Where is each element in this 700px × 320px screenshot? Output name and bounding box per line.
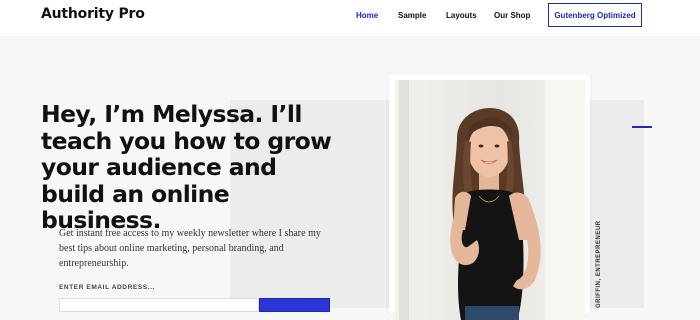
nav-item-home[interactable]: Home (356, 11, 378, 20)
subscribe-button[interactable] (259, 298, 330, 312)
nav-item-our-shop[interactable]: Our Shop (494, 11, 530, 20)
gutenberg-optimized-button[interactable]: Gutenberg Optimized (548, 3, 642, 27)
hero-photo (395, 80, 585, 320)
hero-photo-frame (389, 74, 590, 320)
nav-item-layouts[interactable]: Layouts (446, 11, 477, 20)
hero-headline: Hey, I’m Melyssa. I’ll teach you how to … (41, 100, 332, 234)
nav-item-sample[interactable]: Sample (398, 11, 426, 20)
portrait-illustration (395, 80, 585, 320)
site-logo[interactable]: Authority Pro (41, 6, 145, 22)
email-label: ENTER EMAIL ADDRESS... (59, 284, 155, 291)
accent-line (632, 126, 652, 128)
photo-caption: GRIFFIN, ENTREPRENEUR (596, 220, 602, 308)
hero-subtext: Get instant free access to my weekly new… (59, 228, 321, 269)
email-input[interactable] (59, 298, 259, 312)
site-header: Authority Pro Home Sample Layouts Our Sh… (0, 0, 700, 36)
